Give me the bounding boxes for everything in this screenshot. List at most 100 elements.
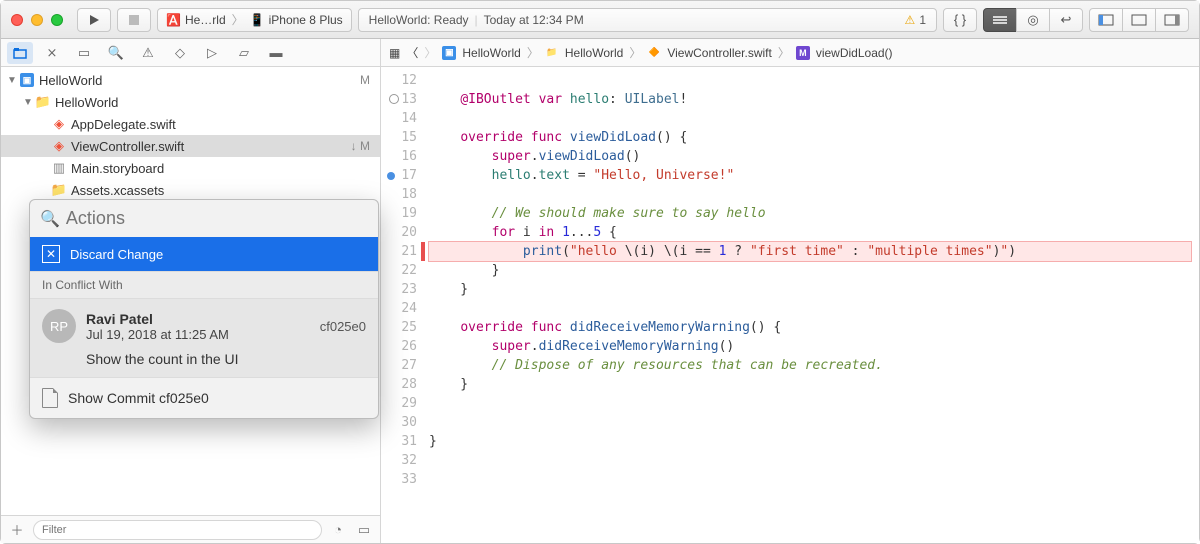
code-line[interactable]: }: [429, 261, 1191, 280]
scm-filter-icon[interactable]: ▭: [354, 520, 374, 540]
nav-back-button[interactable]: 〈: [406, 44, 418, 61]
tree-item[interactable]: ▥Main.storyboard: [1, 157, 380, 179]
commit-date: Jul 19, 2018 at 11:25 AM: [86, 327, 310, 342]
project-navigator: ▼▣HelloWorldM▼📁HelloWorld◈AppDelegate.sw…: [1, 67, 381, 543]
window-controls: [11, 14, 63, 26]
navigator-tabs: ⨯ ▭ 🔍 ⚠︎ ◇ ▷ ▱ ▬: [1, 39, 381, 66]
navigator-bottom-bar: ＋ ◔ ▭: [1, 515, 380, 543]
project-navigator-tab[interactable]: [7, 42, 33, 64]
popover-search-row: 🔍: [30, 200, 378, 237]
assistant-editor-button[interactable]: ◎: [1016, 8, 1050, 32]
main-area: ▼▣HelloWorldM▼📁HelloWorld◈AppDelegate.sw…: [1, 67, 1199, 543]
avatar: RP: [42, 309, 76, 343]
conflict-section-header: In Conflict With: [30, 271, 378, 299]
stop-button[interactable]: [117, 8, 151, 32]
status-title: HelloWorld: Ready: [369, 13, 469, 27]
code-line[interactable]: // We should make sure to say hello: [429, 204, 1191, 223]
code-line[interactable]: [429, 185, 1191, 204]
code-line[interactable]: print("hello \(i) \(i == 1 ? "first time…: [429, 242, 1191, 261]
commit-hash: cf025e0: [320, 319, 366, 334]
tree-item[interactable]: ◈AppDelegate.swift: [1, 113, 380, 135]
tree-item[interactable]: ▼📁HelloWorld: [1, 91, 380, 113]
panel-toggle-group: [1089, 8, 1189, 32]
code-line[interactable]: override func viewDidLoad() {: [429, 128, 1191, 147]
run-button[interactable]: [77, 8, 111, 32]
related-items-icon[interactable]: ▦: [389, 46, 400, 60]
code-line[interactable]: [429, 470, 1191, 489]
scheme-selector[interactable]: 🅰️ He…rld 〉 📱 iPhone 8 Plus: [157, 8, 352, 32]
code-line[interactable]: [429, 394, 1191, 413]
editor-mode-group: ◎ ↩︎: [983, 8, 1083, 32]
toolbar: 🅰️ He…rld 〉 📱 iPhone 8 Plus HelloWorld: …: [1, 1, 1199, 39]
activity-status: HelloWorld: Ready | Today at 12:34 PM ⚠︎…: [358, 8, 937, 32]
minimize-window-button[interactable]: [31, 14, 43, 26]
issue-navigator-tab[interactable]: ⚠︎: [135, 42, 161, 64]
symbol-navigator-tab[interactable]: ▭: [71, 42, 97, 64]
warning-count: 1: [919, 13, 926, 27]
conflict-commit-item[interactable]: RP Ravi Patel Jul 19, 2018 at 11:25 AM c…: [30, 299, 378, 378]
show-commit-item[interactable]: Show Commit cf025e0: [30, 378, 378, 418]
code-line[interactable]: [429, 71, 1191, 90]
code-line[interactable]: // Dispose of any resources that can be …: [429, 356, 1191, 375]
device-icon: 📱: [250, 13, 265, 27]
code-line[interactable]: super.viewDidLoad(): [429, 147, 1191, 166]
test-navigator-tab[interactable]: ◇: [167, 42, 193, 64]
breakpoint-navigator-tab[interactable]: ▱: [231, 42, 257, 64]
code-editor[interactable]: 1213141516171819202122232425262728293031…: [381, 67, 1199, 543]
folder-icon: 📁: [545, 46, 559, 60]
code-line[interactable]: [429, 299, 1191, 318]
zoom-window-button[interactable]: [51, 14, 63, 26]
breadcrumb-project[interactable]: HelloWorld: [462, 46, 520, 60]
commit-message: Show the count in the UI: [86, 351, 366, 367]
version-editor-button[interactable]: ↩︎: [1049, 8, 1083, 32]
close-window-button[interactable]: [11, 14, 23, 26]
add-button[interactable]: ＋: [7, 520, 27, 540]
tree-item[interactable]: 📁Assets.xcassets: [1, 179, 380, 201]
discard-icon: ✕: [42, 245, 60, 263]
report-navigator-tab[interactable]: ▬: [263, 42, 289, 64]
debug-navigator-tab[interactable]: ▷: [199, 42, 225, 64]
scheme-target: He…rld: [185, 13, 226, 27]
breadcrumb-folder[interactable]: HelloWorld: [565, 46, 623, 60]
commit-author: Ravi Patel: [86, 311, 310, 327]
toggle-bottom-panel-button[interactable]: [1122, 8, 1156, 32]
swift-file-icon: 🔶: [647, 46, 661, 60]
tree-item[interactable]: ◈ViewController.swift↓ M: [1, 135, 380, 157]
discard-change-item[interactable]: ✕ Discard Change: [30, 237, 378, 271]
source-control-navigator-tab[interactable]: ⨯: [39, 42, 65, 64]
project-icon: ▣: [442, 46, 456, 60]
tree-root[interactable]: ▼▣HelloWorldM: [1, 69, 380, 91]
nav-forward-button[interactable]: 〉: [424, 44, 436, 61]
code-line[interactable]: [429, 109, 1191, 128]
standard-editor-button[interactable]: [983, 8, 1017, 32]
find-navigator-tab[interactable]: 🔍: [103, 42, 129, 64]
code-line[interactable]: super.didReceiveMemoryWarning(): [429, 337, 1191, 356]
target-icon: 🅰️: [166, 13, 181, 27]
toggle-right-panel-button[interactable]: [1155, 8, 1189, 32]
actions-search-input[interactable]: [66, 208, 368, 229]
warnings-indicator[interactable]: ⚠︎ 1: [905, 13, 926, 27]
code-line[interactable]: override func didReceiveMemoryWarning() …: [429, 318, 1191, 337]
code-line[interactable]: for i in 1...5 {: [429, 223, 1191, 242]
code-line[interactable]: }: [429, 280, 1191, 299]
code-line[interactable]: }: [429, 375, 1191, 394]
code-area[interactable]: @IBOutlet var hello: UILabel! override f…: [427, 67, 1199, 543]
code-line[interactable]: }: [429, 432, 1191, 451]
toggle-left-panel-button[interactable]: [1089, 8, 1123, 32]
breadcrumb-symbol[interactable]: viewDidLoad(): [816, 46, 893, 60]
warning-icon: ⚠︎: [905, 13, 916, 27]
breadcrumb-file[interactable]: ViewController.swift: [667, 46, 771, 60]
line-gutter: 1213141516171819202122232425262728293031…: [381, 67, 427, 543]
discard-label: Discard Change: [70, 247, 163, 262]
code-line[interactable]: [429, 413, 1191, 432]
recent-filter-icon[interactable]: ◔: [328, 520, 348, 540]
show-commit-label: Show Commit cf025e0: [68, 390, 209, 406]
code-line[interactable]: [429, 451, 1191, 470]
filter-input[interactable]: [33, 520, 322, 540]
search-icon: 🔍: [40, 209, 60, 229]
code-snippets-button[interactable]: { }: [943, 8, 977, 32]
sub-toolbar: ⨯ ▭ 🔍 ⚠︎ ◇ ▷ ▱ ▬ ▦ 〈 〉 ▣ HelloWorld 〉 📁 …: [1, 39, 1199, 67]
code-line[interactable]: hello.text = "Hello, Universe!": [429, 166, 1191, 185]
code-line[interactable]: @IBOutlet var hello: UILabel!: [429, 90, 1191, 109]
change-actions-popover: 🔍 ✕ Discard Change In Conflict With RP R…: [29, 199, 379, 419]
